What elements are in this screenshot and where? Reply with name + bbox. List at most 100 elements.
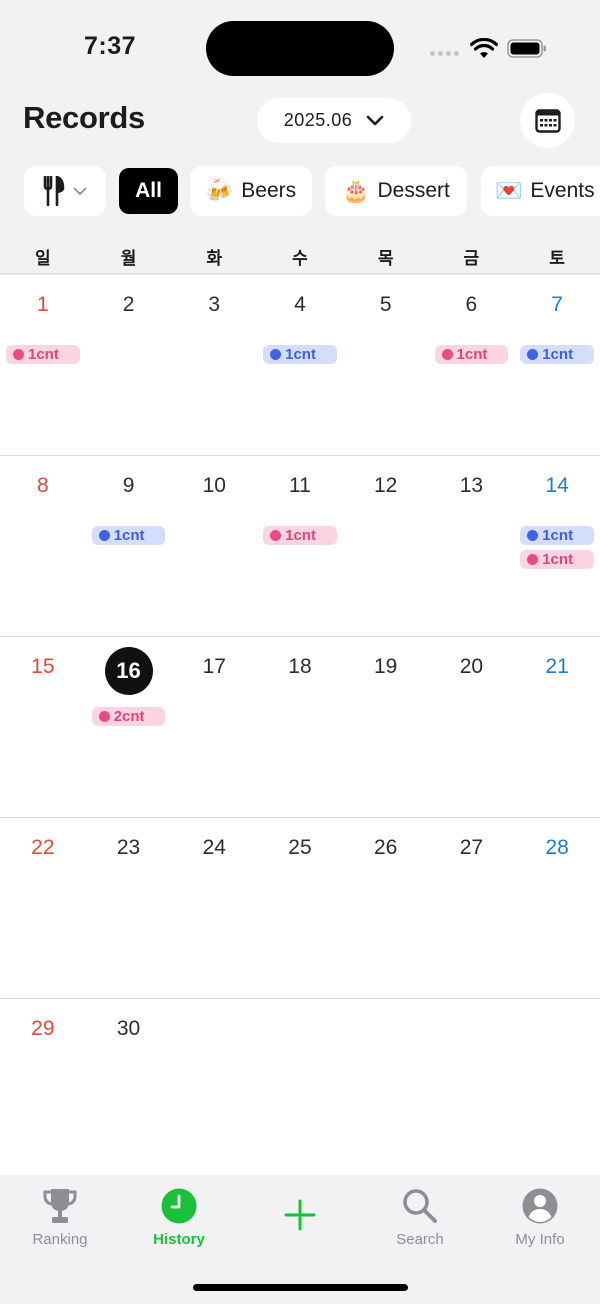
calendar-day[interactable]: 1 1cnt bbox=[0, 275, 86, 455]
calendar-day[interactable]: 13 bbox=[429, 456, 515, 636]
record-count-badge[interactable]: 1cnt bbox=[263, 526, 337, 545]
calendar-day[interactable]: 11 1cnt bbox=[257, 456, 343, 636]
record-badges: 1cnt bbox=[91, 526, 166, 545]
record-count-badge[interactable]: 1cnt bbox=[434, 345, 509, 364]
calendar-day[interactable]: 18 bbox=[257, 637, 343, 817]
love-letter-emoji-icon: 💌 bbox=[495, 178, 523, 203]
add-record-button[interactable] bbox=[240, 1199, 360, 1231]
day-number: 19 bbox=[373, 655, 398, 678]
record-count-badge[interactable]: 1cnt bbox=[520, 345, 594, 364]
tab-ranking[interactable]: Ranking bbox=[0, 1187, 120, 1248]
tab-search[interactable]: Search bbox=[360, 1187, 480, 1248]
person-icon bbox=[522, 1188, 558, 1224]
record-count-text: 1cnt bbox=[113, 527, 145, 544]
filter-chip-dessert[interactable]: 🎂 Dessert bbox=[325, 166, 467, 216]
calendar-day[interactable]: 25 bbox=[257, 818, 343, 998]
day-number: 29 bbox=[31, 1017, 55, 1040]
calendar-day[interactable]: 15 bbox=[0, 637, 86, 817]
calendar-day[interactable]: 10 bbox=[171, 456, 257, 636]
calendar-view-button[interactable] bbox=[520, 93, 575, 148]
record-count-text: 1cnt bbox=[285, 527, 316, 544]
record-badges: 1cnt bbox=[263, 345, 337, 364]
weekday-label: 화 bbox=[206, 249, 223, 268]
status-time: 7:37 bbox=[84, 32, 137, 60]
category-dropdown[interactable] bbox=[24, 166, 106, 216]
record-count-badge[interactable]: 2cnt bbox=[91, 707, 166, 726]
calendar-day[interactable]: 26 bbox=[343, 818, 429, 998]
record-count-text: 1cnt bbox=[285, 346, 316, 363]
day-number: 5 bbox=[379, 293, 392, 316]
weekday-label: 월 bbox=[120, 249, 137, 268]
calendar-day[interactable]: 2 bbox=[86, 275, 172, 455]
day-number: 4 bbox=[294, 293, 306, 316]
dot-icon bbox=[441, 349, 453, 360]
wifi-icon bbox=[470, 38, 498, 58]
calendar-week-row: 1 1cnt 2 3 4 1cnt 5 6 1cnt 7 1cnt bbox=[0, 275, 600, 456]
record-count-badge[interactable]: 1cnt bbox=[520, 526, 594, 545]
calendar-day[interactable]: 17 bbox=[171, 637, 257, 817]
calendar-icon bbox=[534, 108, 561, 133]
calendar-day[interactable]: 7 1cnt bbox=[514, 275, 600, 455]
day-number: 24 bbox=[202, 836, 226, 859]
filter-chip-events[interactable]: 💌 Events bbox=[481, 166, 600, 216]
day-number: 15 bbox=[31, 655, 55, 678]
calendar-day[interactable]: 4 1cnt bbox=[257, 275, 343, 455]
tab-history[interactable]: History bbox=[119, 1187, 239, 1248]
day-number: 25 bbox=[288, 836, 312, 859]
filter-chip-label: Beers bbox=[241, 179, 297, 202]
record-count-text: 1cnt bbox=[456, 346, 488, 363]
calendar-week-row: 29 30 bbox=[0, 999, 600, 1180]
calendar-day[interactable]: 23 bbox=[86, 818, 172, 998]
plus-icon bbox=[284, 1199, 316, 1231]
calendar-day[interactable]: 8 bbox=[0, 456, 86, 636]
day-number: 3 bbox=[208, 293, 221, 316]
calendar-day[interactable]: 12 bbox=[343, 456, 429, 636]
tab-label: My Info bbox=[515, 1231, 565, 1248]
calendar-day[interactable]: 29 bbox=[0, 999, 86, 1180]
calendar-day[interactable]: 20 bbox=[429, 637, 515, 817]
battery-icon bbox=[507, 39, 546, 58]
day-number: 28 bbox=[545, 836, 569, 859]
calendar-week-row: 8 9 1cnt 10 11 1cnt 12 13 14 1cnt 1cnt bbox=[0, 456, 600, 637]
weekday-label: 금 bbox=[463, 249, 480, 268]
filter-chip-all[interactable]: All bbox=[119, 168, 178, 214]
chevron-down-icon bbox=[366, 115, 384, 125]
record-count-badge[interactable]: 1cnt bbox=[91, 526, 166, 545]
calendar-day[interactable]: 16 2cnt bbox=[86, 637, 172, 817]
record-count-badge[interactable]: 1cnt bbox=[263, 345, 337, 364]
day-number: 11 bbox=[289, 474, 311, 497]
record-count-badge[interactable]: 1cnt bbox=[6, 345, 80, 364]
calendar-day[interactable]: 28 bbox=[514, 818, 600, 998]
calendar-day[interactable]: 27 bbox=[429, 818, 515, 998]
calendar-day[interactable]: 5 bbox=[343, 275, 429, 455]
calendar-day[interactable]: 14 1cnt 1cnt bbox=[514, 456, 600, 636]
filter-chip-beers[interactable]: 🍻 Beers bbox=[190, 166, 312, 216]
calendar-week-row: 22 23 24 25 26 27 28 bbox=[0, 818, 600, 999]
filter-chip-label: All bbox=[135, 179, 162, 202]
calendar-day[interactable]: 19 bbox=[343, 637, 429, 817]
dot-icon bbox=[98, 530, 110, 541]
record-count-badge[interactable]: 1cnt bbox=[520, 550, 594, 569]
home-indicator bbox=[193, 1284, 408, 1291]
record-badges: 1cnt bbox=[434, 345, 509, 364]
record-badges: 1cnt bbox=[520, 345, 594, 364]
calendar-day[interactable]: 22 bbox=[0, 818, 86, 998]
calendar-day[interactable]: 24 bbox=[171, 818, 257, 998]
calendar-day[interactable]: 3 bbox=[171, 275, 257, 455]
status-bar: 7:37 bbox=[0, 0, 600, 96]
month-selector-button[interactable]: 2025.06 bbox=[257, 98, 411, 143]
tab-my-info[interactable]: My Info bbox=[480, 1187, 600, 1248]
weekday-label: 수 bbox=[292, 249, 308, 268]
clock-icon bbox=[161, 1188, 197, 1224]
calendar-day[interactable]: 6 1cnt bbox=[429, 275, 515, 455]
day-number: 9 bbox=[122, 474, 135, 497]
cake-emoji-icon: 🎂 bbox=[342, 178, 370, 203]
calendar-day[interactable]: 9 1cnt bbox=[86, 456, 172, 636]
calendar-day[interactable]: 30 bbox=[86, 999, 172, 1180]
filter-chip-label: Dessert bbox=[377, 179, 450, 202]
fork-knife-icon bbox=[43, 176, 65, 206]
weekday-label: 토 bbox=[549, 249, 565, 268]
calendar-day[interactable]: 21 bbox=[514, 637, 600, 817]
day-number: 6 bbox=[465, 293, 478, 316]
weekday-header: 일월화수목금토 bbox=[0, 236, 600, 274]
